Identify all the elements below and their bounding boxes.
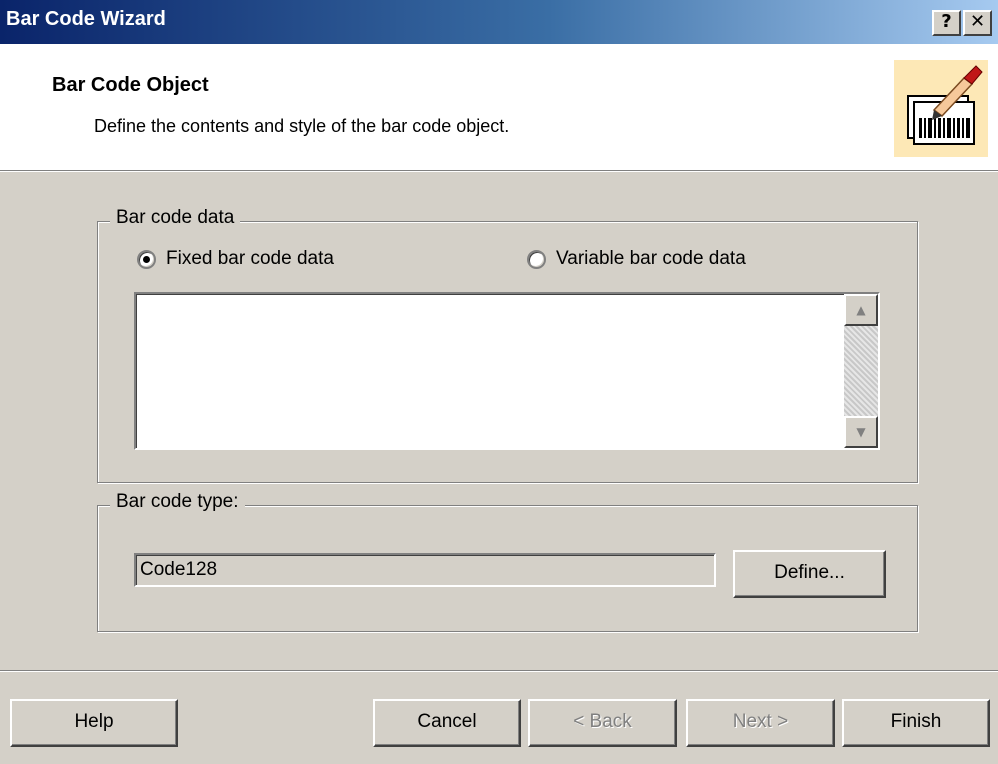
scroll-down-icon[interactable]: ▼ — [844, 416, 878, 448]
bar-code-data-textarea[interactable]: ▲ ▼ — [134, 292, 880, 450]
header-divider — [0, 170, 998, 172]
finish-button[interactable]: Finish — [842, 699, 990, 747]
back-button[interactable]: < Back — [528, 699, 677, 747]
radio-checked-icon — [137, 249, 156, 269]
fixed-bar-code-data-label: Fixed bar code data — [166, 248, 334, 269]
cancel-button[interactable]: Cancel — [373, 699, 521, 747]
title-bar[interactable]: Bar Code Wizard ? ✕ — [0, 0, 998, 44]
next-button[interactable]: Next > — [686, 699, 835, 747]
variable-bar-code-data-label: Variable bar code data — [556, 248, 746, 269]
radio-unchecked-icon — [527, 249, 546, 269]
bar-code-type-field: Code128 — [134, 553, 716, 587]
page-title: Bar Code Object — [52, 74, 209, 96]
help-button[interactable]: Help — [10, 699, 178, 747]
close-icon[interactable]: ✕ — [963, 10, 992, 36]
barcode-pen-icon — [894, 60, 988, 157]
variable-bar-code-data-radio[interactable]: Variable bar code data — [527, 248, 746, 270]
bar-code-type-legend: Bar code type: — [110, 491, 245, 513]
page-subtitle: Define the contents and style of the bar… — [94, 116, 510, 136]
scroll-up-icon[interactable]: ▲ — [844, 294, 878, 326]
bar-code-data-legend: Bar code data — [110, 207, 241, 229]
help-icon[interactable]: ? — [932, 10, 961, 36]
footer-divider — [0, 670, 998, 672]
wizard-header: Bar Code Object Define the contents and … — [0, 44, 998, 170]
window-title: Bar Code Wizard — [6, 8, 166, 30]
textarea-scrollbar[interactable]: ▲ ▼ — [844, 294, 878, 448]
fixed-bar-code-data-radio[interactable]: Fixed bar code data — [137, 248, 334, 270]
define-button[interactable]: Define... — [733, 550, 886, 598]
